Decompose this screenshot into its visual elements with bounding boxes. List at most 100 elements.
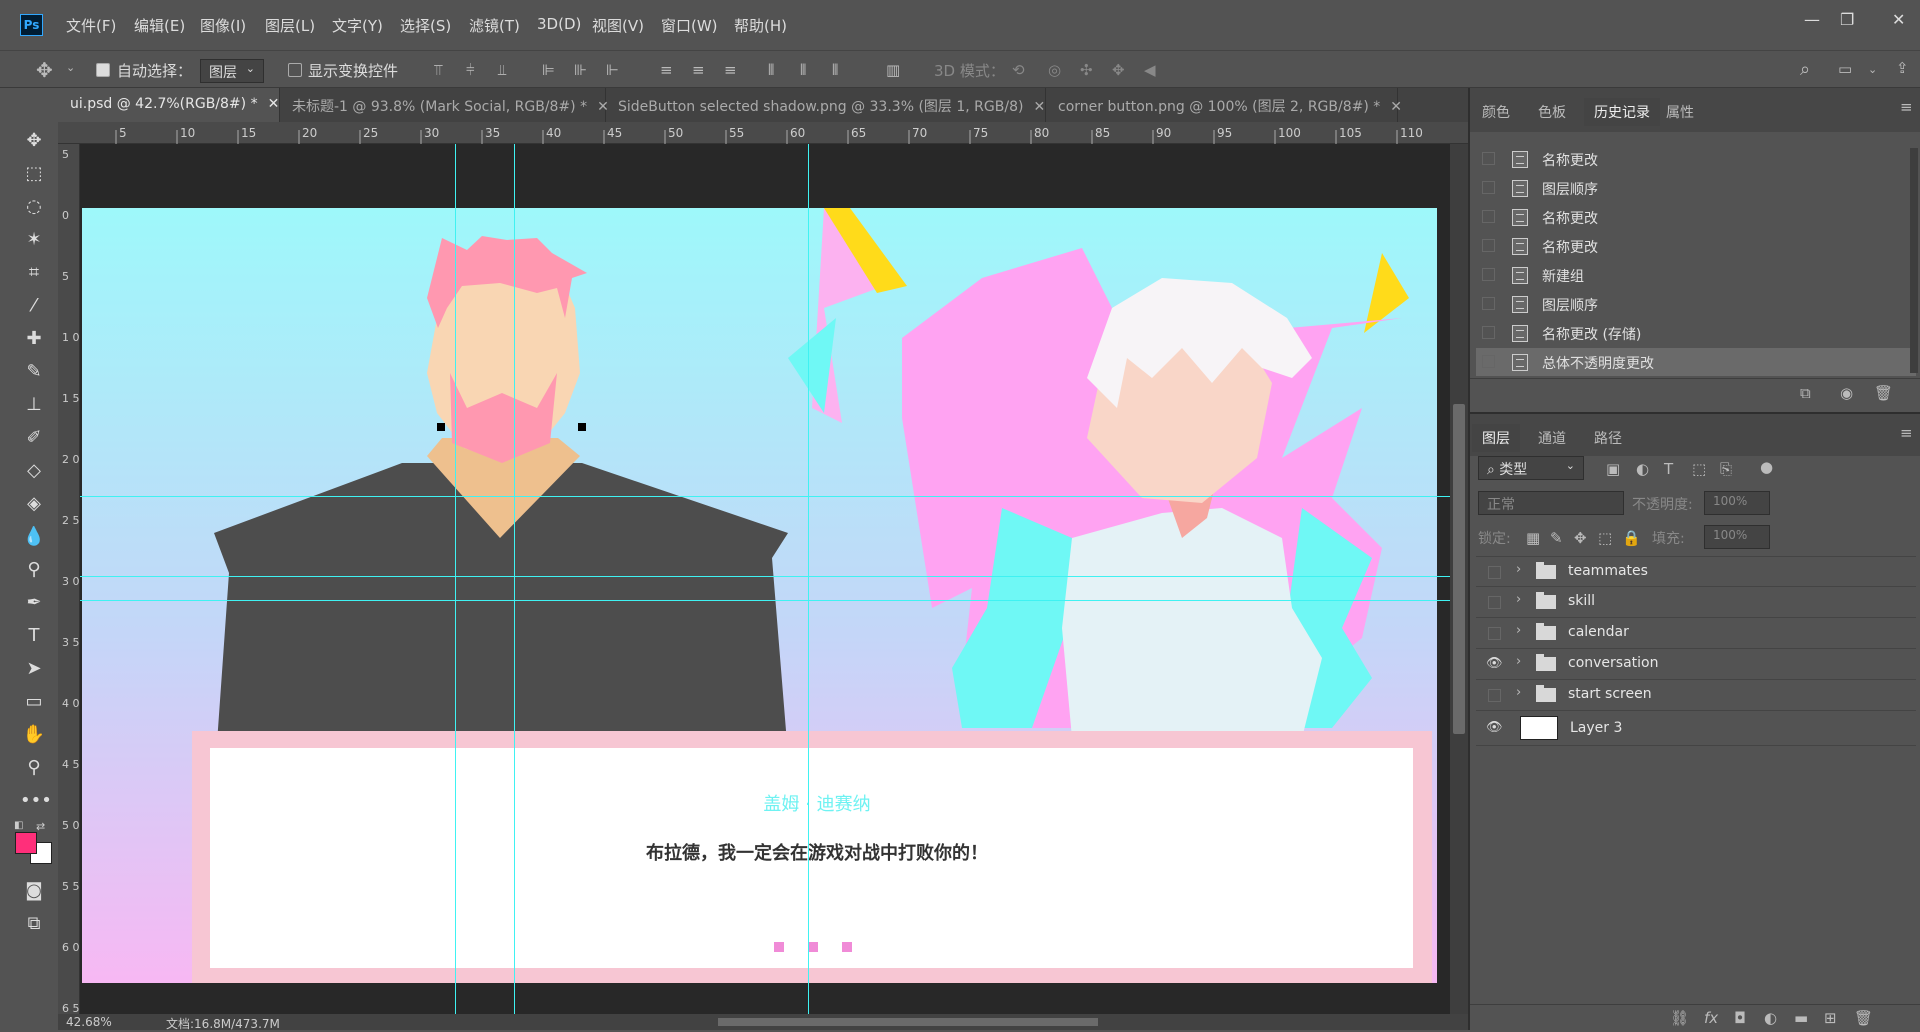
auto-select-dropdown[interactable]: 图层 ⌄ [200,59,264,83]
workspace-icon[interactable]: ▭ [1838,60,1852,78]
3d-slide-icon[interactable]: ✥ [1112,61,1125,79]
document-canvas[interactable]: 盖姆 · 迪赛纳 布拉德，我一定会在游戏对战中打败你的！ [82,208,1437,983]
move-tool-icon[interactable]: ✥ [20,130,48,154]
search-icon[interactable]: ⌕ [1800,59,1810,80]
chevron-down-icon[interactable]: ⌄ [66,61,75,74]
align-left-icon[interactable]: ⊫ [542,61,555,79]
guide-horizontal[interactable] [80,600,1450,601]
fill-field[interactable]: 100% [1704,525,1770,549]
zoom-level[interactable]: 42.68% [66,1015,112,1029]
scroll-thumb[interactable] [1453,404,1465,734]
lock-position-icon[interactable]: ✥ [1574,529,1587,547]
history-item[interactable]: 图层顺序 [1476,174,1916,202]
new-layer-icon[interactable]: ⊞ [1824,1009,1837,1027]
zoom-tool-icon[interactable]: ⚲ [20,757,48,781]
tab-corner-button[interactable]: corner button.png @ 100% (图层 2, RGB/8#) … [1046,88,1402,122]
new-document-from-state-icon[interactable]: ⧉ [1800,384,1811,402]
menu-layer[interactable]: 图层(L) [265,15,315,36]
layer-group-teammates[interactable]: › teammates [1476,556,1916,587]
3d-orbit-icon[interactable]: ⟲ [1012,61,1025,79]
guide-vertical[interactable] [455,144,456,1016]
doc-size[interactable]: 文档:16.8M/473.7M [166,1015,280,1032]
chevron-right-icon[interactable]: › [1516,592,1521,607]
restore-icon[interactable]: ❐ [1840,10,1854,29]
new-group-icon[interactable]: ▬ [1794,1009,1808,1027]
layer-group-skill[interactable]: › skill [1476,587,1916,618]
menu-filter[interactable]: 滤镜(T) [469,15,520,36]
default-colors-icon[interactable]: ◧ [14,820,23,831]
pixel-filter-icon[interactable]: ▣ [1606,460,1620,478]
stamp-tool-icon[interactable]: ⊥ [20,394,48,418]
align-vcenter-icon[interactable]: ⫩ [466,61,475,79]
menu-view[interactable]: 视图(V) [592,15,644,36]
guide-horizontal[interactable] [80,576,1450,577]
screen-mode-icon[interactable]: ⧉ [20,913,48,937]
visibility-toggle[interactable] [1488,596,1501,609]
paint-bucket-icon[interactable]: ◈ [20,493,48,517]
close-tab-icon[interactable]: ✕ [1390,99,1402,115]
history-item[interactable]: 图层顺序 [1476,290,1916,318]
distribute-top-icon[interactable]: ≡ [660,61,673,79]
guide-horizontal[interactable] [80,496,1450,497]
chevron-right-icon[interactable]: › [1516,623,1521,638]
horizontal-scroll-thumb[interactable] [718,1018,1098,1026]
panel-menu-icon[interactable]: ≡ [1900,424,1913,442]
align-bottom-icon[interactable]: ⫫ [498,61,506,79]
eraser-tool-icon[interactable]: ◇ [20,460,48,484]
menu-image[interactable]: 图像(I) [200,15,246,36]
history-brush-icon[interactable]: ✐ [20,427,48,451]
link-layers-icon[interactable]: ⛓ [1670,1009,1689,1027]
more-tools-icon[interactable]: ••• [20,790,52,814]
distribute-right-icon[interactable]: ⫴ [832,61,838,79]
blend-mode-dropdown[interactable]: 正常 [1478,491,1624,515]
move-tool-icon[interactable]: ✥ [36,58,53,82]
distribute-vcenter-icon[interactable]: ≡ [692,61,705,79]
tab-properties[interactable]: 属性 [1656,98,1704,126]
history-item-selected[interactable]: 总体不透明度更改 [1476,348,1916,376]
fx-icon[interactable]: fx [1704,1009,1718,1027]
align-hcenter-icon[interactable]: ⊪ [574,61,587,79]
visibility-toggle[interactable] [1488,689,1501,702]
tab-color[interactable]: 颜色 [1472,98,1520,126]
history-scrollbar[interactable] [1910,148,1918,373]
layer-layer-3[interactable]: 👁 Layer 3 [1476,711,1916,746]
brush-tool-icon[interactable]: ✎ [20,361,48,385]
history-item[interactable]: 名称更改 (存储) [1476,319,1916,347]
tab-layers[interactable]: 图层 [1472,424,1520,452]
menu-help[interactable]: 帮助(H) [734,15,787,36]
share-icon[interactable]: ⇪ [1896,59,1909,77]
lock-artboard-icon[interactable]: ⬚ [1598,529,1612,547]
menu-edit[interactable]: 编辑(E) [134,15,185,36]
chevron-down-icon[interactable]: ⌄ [1868,63,1877,76]
distribute-hcenter-icon[interactable]: ⫴ [800,61,806,79]
eye-icon[interactable]: 👁 [1486,656,1504,672]
type-filter-icon[interactable]: T [1664,460,1673,478]
tab-ui-psd[interactable]: ui.psd @ 42.7%(RGB/8#) * ✕ [58,88,280,122]
healing-brush-icon[interactable]: ✚ [20,328,48,352]
path-select-icon[interactable]: ➤ [20,658,48,682]
pen-tool-icon[interactable]: ✒ [20,592,48,616]
swap-colors-icon[interactable]: ⇄ [36,820,45,833]
tab-history[interactable]: 历史记录 [1584,98,1660,126]
3d-roll-icon[interactable]: ◎ [1048,61,1061,79]
lock-transparency-icon[interactable]: ▦ [1526,529,1540,547]
menu-select[interactable]: 选择(S) [400,15,451,36]
panel-menu-icon[interactable]: ≡ [1900,98,1913,116]
tab-swatches[interactable]: 色板 [1528,98,1576,126]
filter-toggle-icon[interactable]: ● [1760,458,1773,476]
blur-tool-icon[interactable]: 💧 [20,526,48,550]
tab-untitled-1[interactable]: 未标题-1 @ 93.8% (Mark Social, RGB/8#) * ✕ [280,88,609,122]
close-tab-icon[interactable]: ✕ [1033,99,1045,115]
type-tool-icon[interactable]: T [20,625,48,649]
shape-filter-icon[interactable]: ⬚ [1692,460,1706,478]
lock-pixels-icon[interactable]: ✎ [1550,529,1563,547]
show-transform-checkbox[interactable] [288,63,302,77]
auto-select-checkbox[interactable] [96,63,110,77]
magic-wand-icon[interactable]: ✶ [20,229,48,253]
3d-pan-icon[interactable]: ✣ [1080,61,1093,79]
close-window-icon[interactable]: ✕ [1892,10,1905,29]
vertical-scrollbar[interactable] [1450,144,1468,1016]
crop-tool-icon[interactable]: ⌗ [20,262,48,286]
history-item[interactable]: 名称更改 [1476,203,1916,231]
adjustment-layer-icon[interactable]: ◐ [1764,1009,1777,1027]
